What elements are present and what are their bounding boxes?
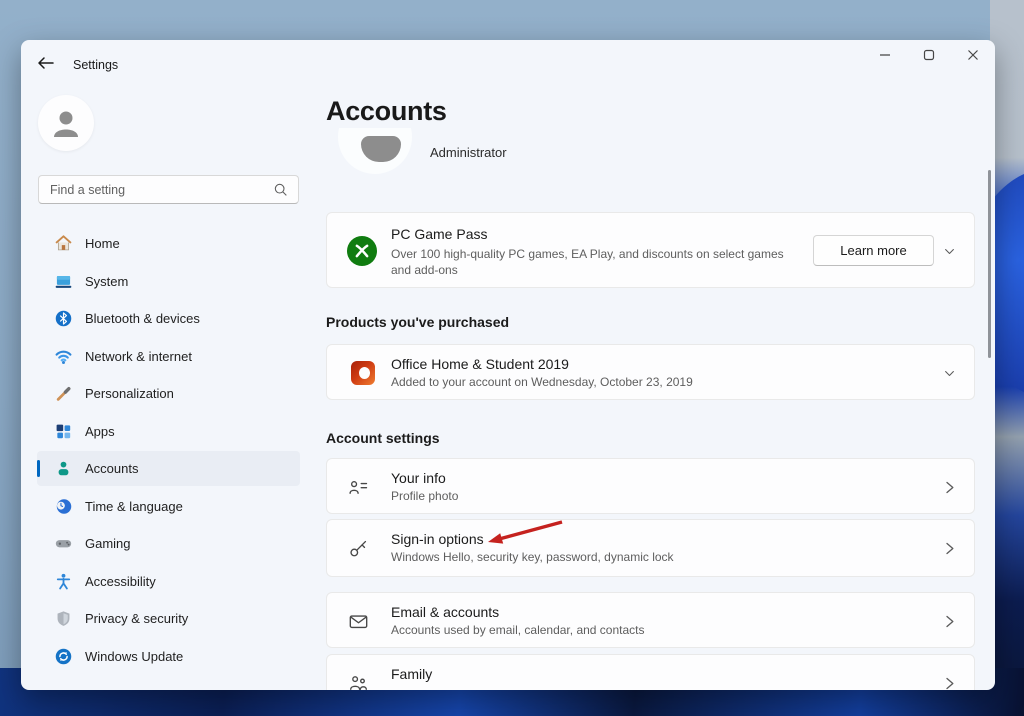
expand-button[interactable] <box>935 237 963 265</box>
close-icon <box>967 49 979 61</box>
back-button[interactable] <box>33 53 59 75</box>
maximize-icon <box>923 49 935 61</box>
email-icon <box>346 609 370 633</box>
your-info-icon <box>346 475 370 499</box>
chevron-right-icon <box>939 673 959 690</box>
office-title: Office Home & Student 2019 <box>391 356 569 372</box>
maximize-button[interactable] <box>907 40 951 70</box>
xbox-logo-icon <box>347 236 377 266</box>
sidebar-item-bluetooth[interactable]: Bluetooth & devices <box>37 301 300 336</box>
family-icon <box>346 671 370 690</box>
search-box <box>38 175 299 204</box>
sidebar-item-gaming[interactable]: Gaming <box>37 526 300 561</box>
email-accounts-row[interactable]: Email & accounts Accounts used by email,… <box>326 592 975 648</box>
sidebar-item-label: Time & language <box>85 499 183 514</box>
chevron-right-icon <box>939 477 959 497</box>
sidebar-item-label: Home <box>85 236 120 251</box>
sidebar-item-time-language[interactable]: Time & language <box>37 489 300 524</box>
search-input[interactable] <box>39 183 273 197</box>
chevron-right-icon <box>939 611 959 631</box>
back-arrow-icon <box>36 55 56 71</box>
section-header-purchased: Products you've purchased <box>326 314 509 330</box>
window-title: Settings <box>73 58 118 72</box>
window-controls <box>863 40 995 70</box>
minimize-button[interactable] <box>863 40 907 70</box>
bluetooth-icon <box>54 310 72 328</box>
row-subtitle: Accounts used by email, calendar, and co… <box>391 623 644 637</box>
sidebar-item-label: Accessibility <box>85 574 156 589</box>
search-icon <box>273 182 288 197</box>
sidebar-item-label: Gaming <box>85 536 131 551</box>
account-avatar <box>338 128 412 174</box>
sidebar-nav: Home System Bluetooth & devices <box>37 226 300 676</box>
selected-indicator <box>37 460 40 477</box>
sidebar-item-apps[interactable]: Apps <box>37 414 300 449</box>
network-icon <box>54 347 72 365</box>
person-icon <box>49 106 83 140</box>
sidebar-item-label: Apps <box>85 424 115 439</box>
your-info-row[interactable]: Your info Profile photo <box>326 458 975 514</box>
chevron-down-icon <box>943 367 956 380</box>
personalization-icon <box>54 385 72 403</box>
row-subtitle: Windows Hello, security key, password, d… <box>391 550 674 564</box>
gaming-icon <box>54 535 72 553</box>
family-row[interactable]: Family <box>326 654 975 690</box>
privacy-security-icon <box>54 610 72 628</box>
sidebar-item-personalization[interactable]: Personalization <box>37 376 300 411</box>
chevron-right-icon <box>939 538 959 558</box>
scrollbar-thumb[interactable] <box>988 170 991 358</box>
office-logo-icon <box>351 361 375 385</box>
page-title: Accounts <box>326 96 447 127</box>
row-title: Your info <box>391 470 446 486</box>
close-button[interactable] <box>951 40 995 70</box>
settings-window: Settings <box>21 40 995 690</box>
chevron-down-icon <box>943 245 956 258</box>
sidebar-item-accessibility[interactable]: Accessibility <box>37 564 300 599</box>
sidebar-item-home[interactable]: Home <box>37 226 300 261</box>
game-pass-title: PC Game Pass <box>391 226 487 242</box>
sidebar-item-label: Bluetooth & devices <box>85 311 200 326</box>
sidebar-item-network[interactable]: Network & internet <box>37 339 300 374</box>
accounts-icon <box>54 460 72 478</box>
game-pass-description: Over 100 high-quality PC games, EA Play,… <box>391 246 791 278</box>
home-icon <box>54 235 72 253</box>
sidebar-item-label: Windows Update <box>85 649 183 664</box>
sidebar-item-windows-update[interactable]: Windows Update <box>37 639 300 674</box>
section-header-account-settings: Account settings <box>326 430 440 446</box>
sidebar-item-privacy-security[interactable]: Privacy & security <box>37 601 300 636</box>
account-name: Administrator <box>430 145 507 160</box>
time-language-icon <box>54 497 72 515</box>
row-title: Family <box>391 666 432 682</box>
row-title: Sign-in options <box>391 531 484 547</box>
sign-in-key-icon <box>346 536 370 560</box>
user-avatar[interactable] <box>38 95 94 151</box>
sidebar-item-accounts[interactable]: Accounts <box>37 451 300 486</box>
row-title: Email & accounts <box>391 604 499 620</box>
accessibility-icon <box>54 572 72 590</box>
sidebar-item-label: Privacy & security <box>85 611 188 626</box>
system-icon <box>54 272 72 290</box>
titlebar: Settings <box>21 40 995 74</box>
apps-icon <box>54 422 72 440</box>
windows-update-icon <box>54 647 72 665</box>
expand-button[interactable] <box>935 359 963 387</box>
row-subtitle: Profile photo <box>391 489 458 503</box>
sign-in-options-row[interactable]: Sign-in options Windows Hello, security … <box>326 519 975 577</box>
office-product-row[interactable]: Office Home & Student 2019 Added to your… <box>326 344 975 400</box>
sidebar-item-label: Personalization <box>85 386 174 401</box>
sidebar-item-label: System <box>85 274 128 289</box>
sidebar-item-system[interactable]: System <box>37 264 300 299</box>
sidebar-item-label: Network & internet <box>85 349 192 364</box>
pc-game-pass-card: PC Game Pass Over 100 high-quality PC ga… <box>326 212 975 288</box>
sidebar-item-label: Accounts <box>85 461 138 476</box>
learn-more-button[interactable]: Learn more <box>813 235 934 266</box>
office-subtitle: Added to your account on Wednesday, Octo… <box>391 375 693 389</box>
minimize-icon <box>879 49 891 61</box>
